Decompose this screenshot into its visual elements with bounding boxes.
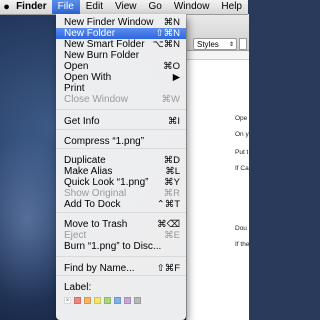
menu-item-label: Make Alias xyxy=(64,166,113,177)
label-color-swatch[interactable] xyxy=(114,297,121,304)
doc-text-line: On y xyxy=(235,131,249,138)
label-color-swatch[interactable] xyxy=(124,297,131,304)
menu-item-burn-to-disc[interactable]: Burn “1.png” to Disc... xyxy=(56,241,186,252)
menu-item-label: Open With xyxy=(64,72,112,83)
menu-item-add-to-dock[interactable]: Add To Dock ⌃⌘T xyxy=(56,199,186,210)
menu-item-label: New Smart Folder xyxy=(64,39,145,50)
menu-item-label: Print xyxy=(64,83,85,94)
menu-item-label: Duplicate xyxy=(64,155,106,166)
menu-item-show-original: Show Original ⌘R xyxy=(56,188,186,199)
menu-item-shortcut: ⌘W xyxy=(161,94,180,105)
menu-item-new-finder-window[interactable]: New Finder Window ⌘N xyxy=(56,17,186,28)
menu-item-label: Quick Look “1.png” xyxy=(64,177,149,188)
menu-item-shortcut: ⇧⌘F xyxy=(156,263,180,274)
menu-item-label: Burn “1.png” to Disc... xyxy=(64,241,162,252)
label-title: Label: xyxy=(56,282,186,293)
menu-item-new-burn-folder[interactable]: New Burn Folder xyxy=(56,50,186,61)
menu-item-shortcut: ⌘D xyxy=(163,155,180,166)
menubar-item-finder[interactable]: Finder xyxy=(11,0,52,14)
file-menu: New Finder Window ⌘N New Folder ⇧⌘N New Smar… xyxy=(56,14,186,320)
label-title-text: Label: xyxy=(64,282,92,293)
menu-separator xyxy=(56,148,186,149)
doc-text-line: Put t xyxy=(235,149,249,156)
menubar-item-help[interactable]: Help xyxy=(215,0,248,14)
menu-item-find-by-name[interactable]: Find by Name... ⇧⌘F xyxy=(56,263,186,274)
label-color-swatch[interactable] xyxy=(74,297,81,304)
menu-item-label: Close Window xyxy=(64,94,128,105)
doc-text-line: If the xyxy=(235,241,250,248)
menu-item-label: Find by Name... xyxy=(64,263,135,274)
doc-text-line: Ope xyxy=(235,115,248,122)
menu-item-open[interactable]: Open ⌘O xyxy=(56,61,186,72)
menubar-item-file[interactable]: File xyxy=(51,0,80,14)
menu-item-label: Get Info xyxy=(64,116,100,127)
updown-arrows-icon: ⇕ xyxy=(228,42,234,48)
menu-separator xyxy=(56,212,186,213)
apple-icon[interactable]: ● xyxy=(2,1,11,13)
menu-item-shortcut: ⌥⌘N xyxy=(152,39,180,50)
doc-text-line: If Ca xyxy=(235,165,249,172)
menu-item-make-alias[interactable]: Make Alias ⌘L xyxy=(56,166,186,177)
menu-separator xyxy=(56,129,186,130)
styles-label: Styles xyxy=(197,40,219,49)
menu-item-new-folder[interactable]: New Folder ⇧⌘N xyxy=(56,28,186,39)
menu-item-label: Add To Dock xyxy=(64,199,121,210)
label-color-swatch[interactable] xyxy=(84,297,91,304)
label-color-swatch[interactable] xyxy=(94,297,101,304)
menubar-item-window[interactable]: Window xyxy=(168,0,216,14)
menu-item-open-with[interactable]: Open With ▶ xyxy=(56,72,186,83)
menu-item-shortcut: ⌘I xyxy=(167,116,180,127)
menu-item-label: Move to Trash xyxy=(64,219,128,230)
menu-item-get-info[interactable]: Get Info ⌘I xyxy=(56,116,186,127)
menubar-item-edit[interactable]: Edit xyxy=(80,0,109,14)
menu-item-label: New Finder Window xyxy=(64,17,154,28)
menu-item-label: Show Original xyxy=(64,188,127,199)
menu-item-shortcut: ⇧⌘N xyxy=(155,28,180,39)
menu-item-new-smart-folder[interactable]: New Smart Folder ⌥⌘N xyxy=(56,39,186,50)
menu-separator xyxy=(56,109,186,110)
menu-item-move-to-trash[interactable]: Move to Trash ⌘⌫ xyxy=(56,219,186,230)
submenu-arrow-icon: ▶ xyxy=(172,72,180,83)
label-color-swatch[interactable] xyxy=(104,297,111,304)
menu-item-quick-look[interactable]: Quick Look “1.png” ⌘Y xyxy=(56,177,186,188)
toolbar-button[interactable] xyxy=(239,38,247,50)
styles-dropdown[interactable]: Styles ⇕ xyxy=(193,38,237,50)
menu-item-label: New Burn Folder xyxy=(64,50,140,61)
menu-item-shortcut: ⌘L xyxy=(165,166,180,177)
menubar-item-go[interactable]: Go xyxy=(143,0,168,14)
menu-item-shortcut: ⌘E xyxy=(164,230,180,241)
menubar-item-view[interactable]: View xyxy=(109,0,143,14)
menu-item-duplicate[interactable]: Duplicate ⌘D xyxy=(56,155,186,166)
label-color-swatches: × xyxy=(64,297,141,304)
menu-item-print[interactable]: Print xyxy=(56,83,186,94)
menu-item-eject: Eject ⌘E xyxy=(56,230,186,241)
menu-item-label: Eject xyxy=(64,230,87,241)
menu-item-close-window: Close Window ⌘W xyxy=(56,94,186,105)
menu-item-shortcut: ⌘O xyxy=(163,61,180,72)
menu-item-shortcut: ⌃⌘T xyxy=(156,199,180,210)
menu-item-label: Open xyxy=(64,61,89,72)
menu-item-shortcut: ⌘Y xyxy=(164,177,180,188)
menu-item-compress[interactable]: Compress “1.png” xyxy=(56,136,186,147)
menu-separator xyxy=(56,275,186,276)
document-toolbar: Styles ⇕ xyxy=(187,14,249,51)
menu-item-shortcut: ⌘N xyxy=(163,17,180,28)
menu-item-shortcut: ⌘R xyxy=(163,188,180,199)
menu-item-shortcut: ⌘⌫ xyxy=(157,219,180,230)
label-none-swatch[interactable]: × xyxy=(64,297,71,304)
menu-item-label: New Folder xyxy=(64,28,116,39)
menu-separator xyxy=(56,256,186,257)
label-color-swatch[interactable] xyxy=(134,297,141,304)
ruler xyxy=(187,51,249,60)
doc-text-line: Dou xyxy=(235,225,247,232)
menubar: ● Finder File Edit View Go Window Help xyxy=(0,0,248,15)
menu-item-label: Compress “1.png” xyxy=(64,136,145,147)
